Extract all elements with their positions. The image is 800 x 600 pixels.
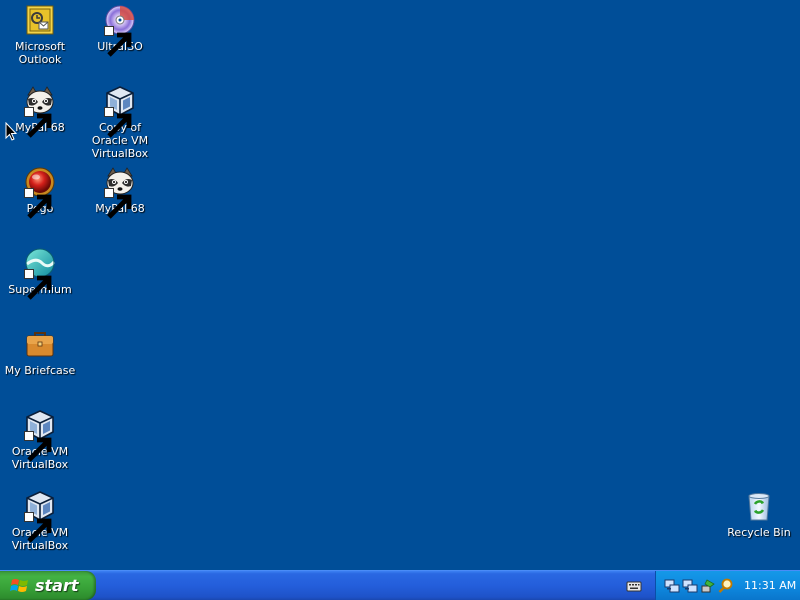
virtualbox-icon: [24, 409, 56, 462]
windows-logo-icon: [10, 576, 30, 596]
desktop-icon-supermium[interactable]: Supermium: [2, 247, 78, 300]
desktop-icon-pego[interactable]: Pego: [2, 166, 78, 219]
start-button[interactable]: start: [0, 571, 96, 600]
desktop-icon-ultraiso[interactable]: UltraISO: [82, 4, 158, 57]
shortcut-arrow-icon: [24, 431, 52, 462]
desktop[interactable]: Microsoft Outlook UltraISO MyPal 68 Copy…: [0, 0, 800, 570]
outlook-icon: [24, 4, 56, 36]
desktop-icon-recycle-bin[interactable]: Recycle Bin: [721, 490, 797, 539]
desktop-icon-copy-of-oracle-vm-virtualbox[interactable]: Copy of Oracle VM VirtualBox: [82, 85, 158, 160]
desktop-icon-mypal-68[interactable]: MyPal 68: [82, 166, 158, 219]
system-tray: 11:31 AM: [655, 571, 800, 600]
shortcut-arrow-icon: [104, 107, 132, 138]
network-icon[interactable]: [682, 578, 698, 594]
desktop-icon-label: Recycle Bin: [727, 526, 791, 539]
shortcut-arrow-icon: [24, 188, 52, 219]
recycle-bin-icon: [743, 490, 775, 522]
supermium-icon: [24, 247, 56, 300]
shortcut-arrow-icon: [104, 188, 132, 219]
desktop-icon-label: My Briefcase: [4, 364, 76, 377]
shortcut-arrow-icon: [104, 26, 132, 57]
virtualbox-icon: [104, 85, 136, 138]
network-icon[interactable]: [664, 578, 680, 594]
mypal-icon: [104, 166, 136, 219]
mypal-icon: [24, 85, 56, 138]
keyboard-icon[interactable]: [626, 578, 642, 592]
shortcut-arrow-icon: [24, 512, 52, 543]
mouse-cursor-icon: [5, 121, 18, 142]
safely-remove-icon[interactable]: [700, 578, 716, 594]
briefcase-icon: [24, 328, 56, 360]
desktop-icon-label: Microsoft Outlook: [14, 40, 66, 66]
ultraiso-icon: [104, 4, 136, 57]
desktop-icon-my-briefcase[interactable]: My Briefcase: [2, 328, 78, 377]
clock[interactable]: 11:31 AM: [744, 579, 796, 592]
pego-icon: [24, 166, 56, 219]
virtualbox-icon: [24, 490, 56, 543]
desktop-icon-oracle-vm-virtualbox[interactable]: Oracle VM VirtualBox: [2, 409, 78, 471]
start-label: start: [35, 576, 79, 595]
taskbar: start 11:31 AM: [0, 570, 800, 600]
search-icon[interactable]: [718, 578, 734, 594]
desktop-icon-oracle-vm-virtualbox[interactable]: Oracle VM VirtualBox: [2, 490, 78, 552]
shortcut-arrow-icon: [24, 269, 52, 300]
shortcut-arrow-icon: [24, 107, 52, 138]
desktop-icon-microsoft-outlook[interactable]: Microsoft Outlook: [2, 4, 78, 66]
